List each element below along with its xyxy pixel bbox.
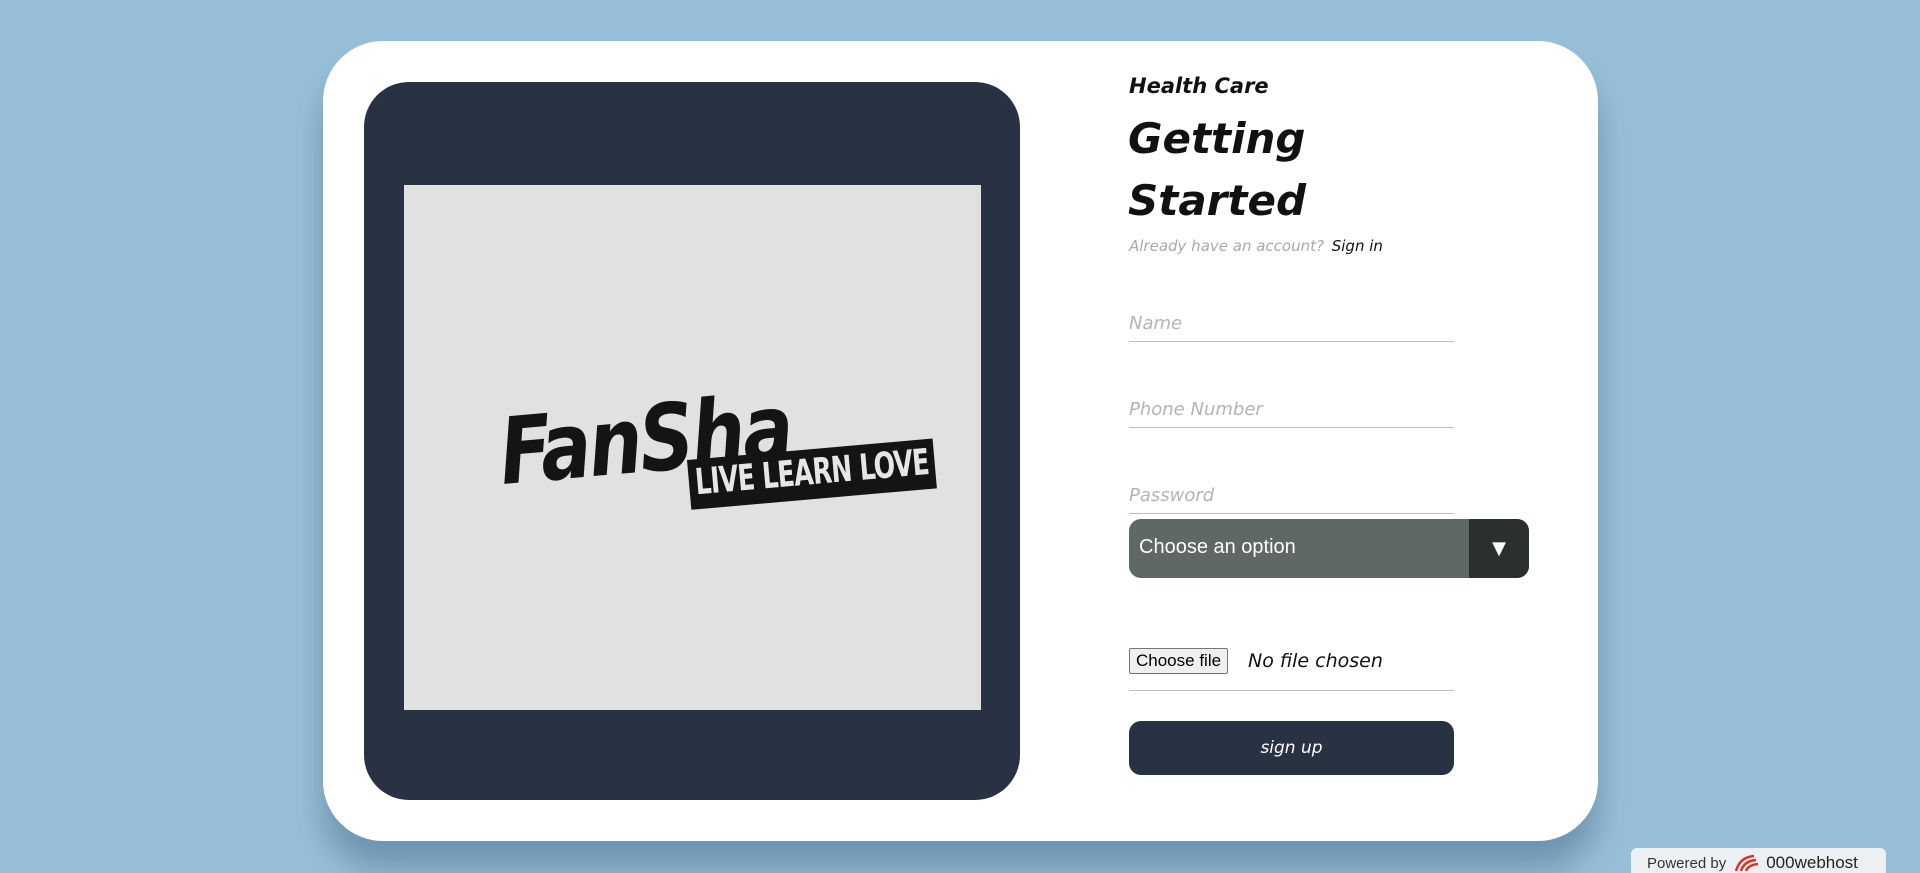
brand-logo-image: FanSha LIVE LEARN LOVE (404, 185, 981, 710)
powered-by-text: Powered by (1647, 854, 1727, 872)
sign-up-button[interactable]: sign up (1129, 721, 1454, 775)
powered-by-badge[interactable]: Powered by 000webhost (1631, 848, 1886, 873)
signup-form: Health Care Getting Started Already have… (1126, 41, 1556, 841)
webhost-brand-text: 000webhost (1766, 853, 1858, 872)
account-prompt-text: Already have an account? (1129, 237, 1324, 255)
profile-pic-field: Profile Pic Choose file No file chosen (1129, 641, 1454, 691)
page-title: Getting Started (1128, 114, 1307, 225)
image-panel: FanSha LIVE LEARN LOVE (364, 82, 1020, 800)
phone-number-input[interactable] (1129, 392, 1454, 428)
password-input[interactable] (1129, 478, 1454, 514)
name-input[interactable] (1129, 306, 1454, 342)
signup-card: FanSha LIVE LEARN LOVE Health Care Getti… (323, 41, 1598, 841)
sign-in-link[interactable]: Sign in (1332, 237, 1383, 255)
select-selected-value: Choose an option (1139, 536, 1296, 558)
dropdown-arrow-icon[interactable]: ▼ (1469, 519, 1529, 578)
option-select[interactable]: Choose an option ▼ (1129, 519, 1529, 578)
signin-prompt: Already have an account? Sign in (1129, 237, 1383, 255)
choose-file-button[interactable]: Choose file (1129, 648, 1229, 674)
brand-name: Health Care (1129, 74, 1269, 98)
webhost-logo-icon (1735, 854, 1759, 872)
file-status-text: No file chosen (1248, 650, 1383, 672)
